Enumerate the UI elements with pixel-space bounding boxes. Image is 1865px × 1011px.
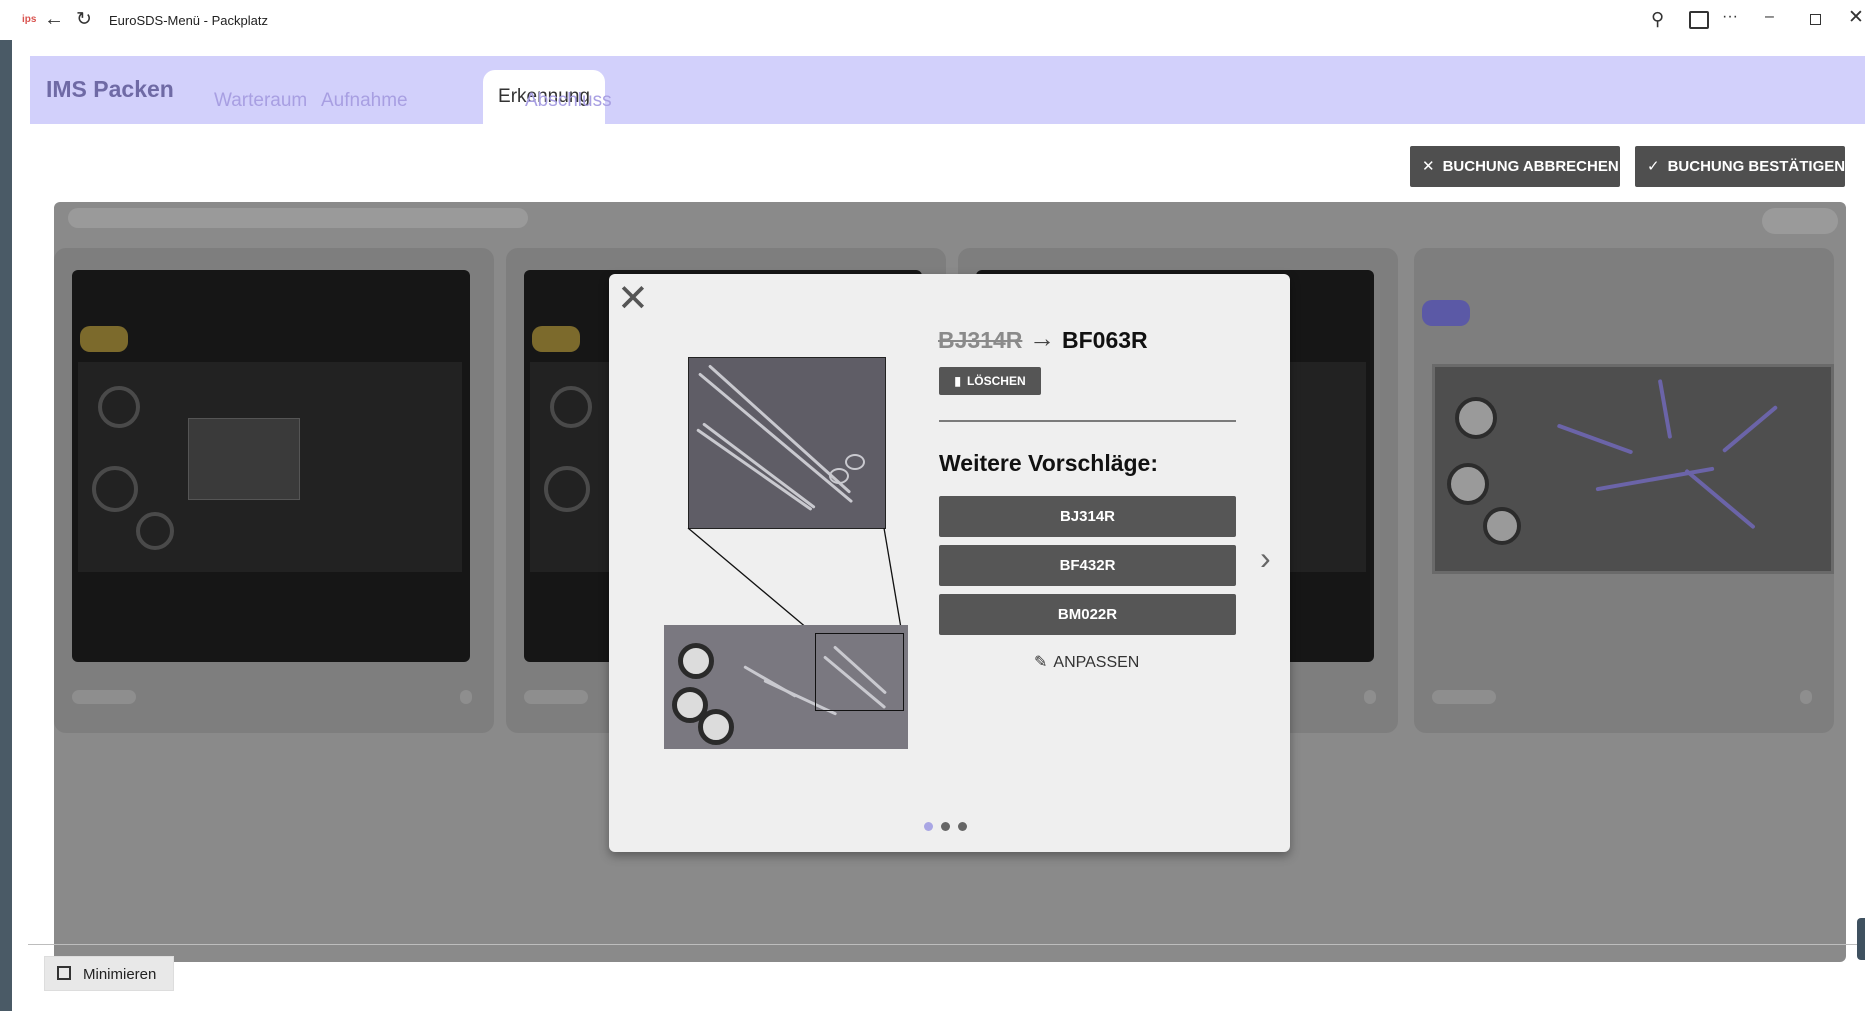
card-footer-pill	[524, 690, 588, 704]
zoom-region-box	[815, 633, 904, 711]
close-window-icon[interactable]: ✕	[1848, 6, 1864, 29]
full-tray-image	[664, 625, 908, 749]
reload-icon[interactable]: ↻	[76, 8, 92, 31]
adjust-label: ANPASSEN	[1053, 654, 1140, 671]
window-edge	[0, 40, 12, 1011]
minimize-window-icon[interactable]: –	[1765, 8, 1774, 26]
recognition-card	[1414, 248, 1834, 733]
card-footer-dot	[460, 690, 472, 704]
confirm-booking-button[interactable]: ✓ BUCHUNG BESTÄTIGEN	[1635, 146, 1845, 187]
app-header: IMS Packen Warteraum Aufnahme Erkennung …	[30, 56, 1865, 124]
cancel-booking-button[interactable]: ✕ BUCHUNG ABBRECHEN	[1410, 146, 1620, 187]
card-footer-dot	[1800, 690, 1812, 704]
card-image	[1432, 364, 1834, 574]
delete-label: LÖSCHEN	[966, 374, 1026, 388]
arrow-right-icon: →	[1029, 323, 1055, 353]
window-title: EuroSDS-Menü - Packplatz	[109, 13, 268, 28]
pagination-dot[interactable]	[941, 822, 950, 831]
recognition-dialog: ✕ BJ314R → BF063R ▮ LÖSCHEN Weitere Vorsc…	[609, 274, 1290, 852]
card-footer-pill	[1432, 690, 1496, 704]
card-image-frame	[72, 270, 470, 662]
back-icon[interactable]: ←	[44, 8, 64, 31]
suggestion-button[interactable]: BJ314R	[939, 496, 1236, 537]
new-code: BF063R	[1062, 327, 1148, 353]
pagination-dot[interactable]	[958, 822, 967, 831]
suggestion-button[interactable]: BM022R	[939, 594, 1236, 635]
check-icon: ✓	[1647, 158, 1660, 175]
more-icon[interactable]: ···	[1722, 8, 1738, 26]
pagination-dot[interactable]	[924, 822, 933, 831]
minimize-button[interactable]: Minimieren	[44, 956, 174, 991]
confirm-booking-label: BUCHUNG BESTÄTIGEN	[1667, 158, 1846, 175]
card-image	[78, 362, 462, 572]
pencil-icon: ✎	[1034, 654, 1048, 671]
key-icon[interactable]: ⚲	[1651, 9, 1664, 30]
cancel-booking-label: BUCHUNG ABBRECHEN	[1442, 158, 1619, 175]
card-tag	[80, 326, 128, 352]
restore-window-icon[interactable]	[1810, 14, 1821, 25]
card-tag	[532, 326, 580, 352]
brand-title: IMS Packen	[46, 76, 174, 102]
adjust-button[interactable]: ✎ ANPASSEN	[1034, 652, 1139, 672]
app-logo: ips	[22, 14, 37, 25]
minimize-box-icon	[57, 966, 71, 980]
side-drawer-handle[interactable]	[1857, 918, 1865, 960]
cast-icon[interactable]	[1689, 11, 1709, 29]
card-footer-pill	[72, 690, 136, 704]
minimize-label: Minimieren	[83, 966, 157, 983]
recognition-card	[54, 248, 494, 733]
browser-titlebar: ips ← ↻ EuroSDS-Menü - Packplatz ⚲ ··· –…	[0, 0, 1865, 40]
delete-button[interactable]: ▮ LÖSCHEN	[939, 367, 1041, 395]
background-toolbar	[68, 208, 528, 228]
tab-warteraum[interactable]: Warteraum	[214, 90, 307, 112]
old-code: BJ314R	[938, 327, 1023, 353]
card-footer-dot	[1364, 690, 1376, 704]
tab-abschluss[interactable]: Abschluss	[525, 90, 612, 112]
chevron-right-icon[interactable]: ›	[1260, 540, 1271, 577]
footer-divider	[28, 944, 1865, 945]
background-pill	[1762, 208, 1838, 234]
suggestion-button[interactable]: BF432R	[939, 545, 1236, 586]
suggestions-title: Weitere Vorschläge:	[939, 450, 1159, 476]
close-icon: ✕	[1422, 158, 1435, 175]
divider	[939, 420, 1236, 422]
card-tag	[1422, 300, 1470, 326]
trash-icon: ▮	[954, 374, 961, 388]
tab-aufnahme[interactable]: Aufnahme	[321, 90, 408, 112]
